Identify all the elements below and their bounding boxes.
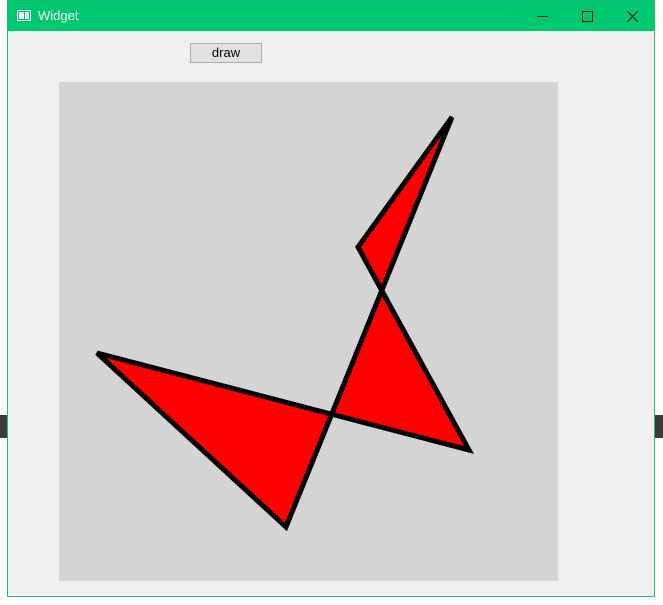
- canvas-background: [59, 82, 558, 581]
- draw-button[interactable]: draw: [190, 43, 262, 63]
- background-window-strip: [655, 415, 663, 438]
- title-bar[interactable]: Widget: [8, 1, 654, 31]
- maximize-button[interactable]: [564, 1, 610, 31]
- close-button[interactable]: [609, 1, 655, 31]
- window-app-icon: [17, 10, 31, 21]
- window-title: Widget: [38, 8, 79, 23]
- drawing-canvas[interactable]: [59, 82, 558, 581]
- background-window-strip: [0, 415, 7, 438]
- app-window: Widget draw: [7, 0, 655, 597]
- minimize-button[interactable]: [519, 1, 565, 31]
- maximize-icon: [582, 11, 593, 22]
- close-icon: [627, 11, 638, 22]
- minimize-icon: [537, 16, 548, 17]
